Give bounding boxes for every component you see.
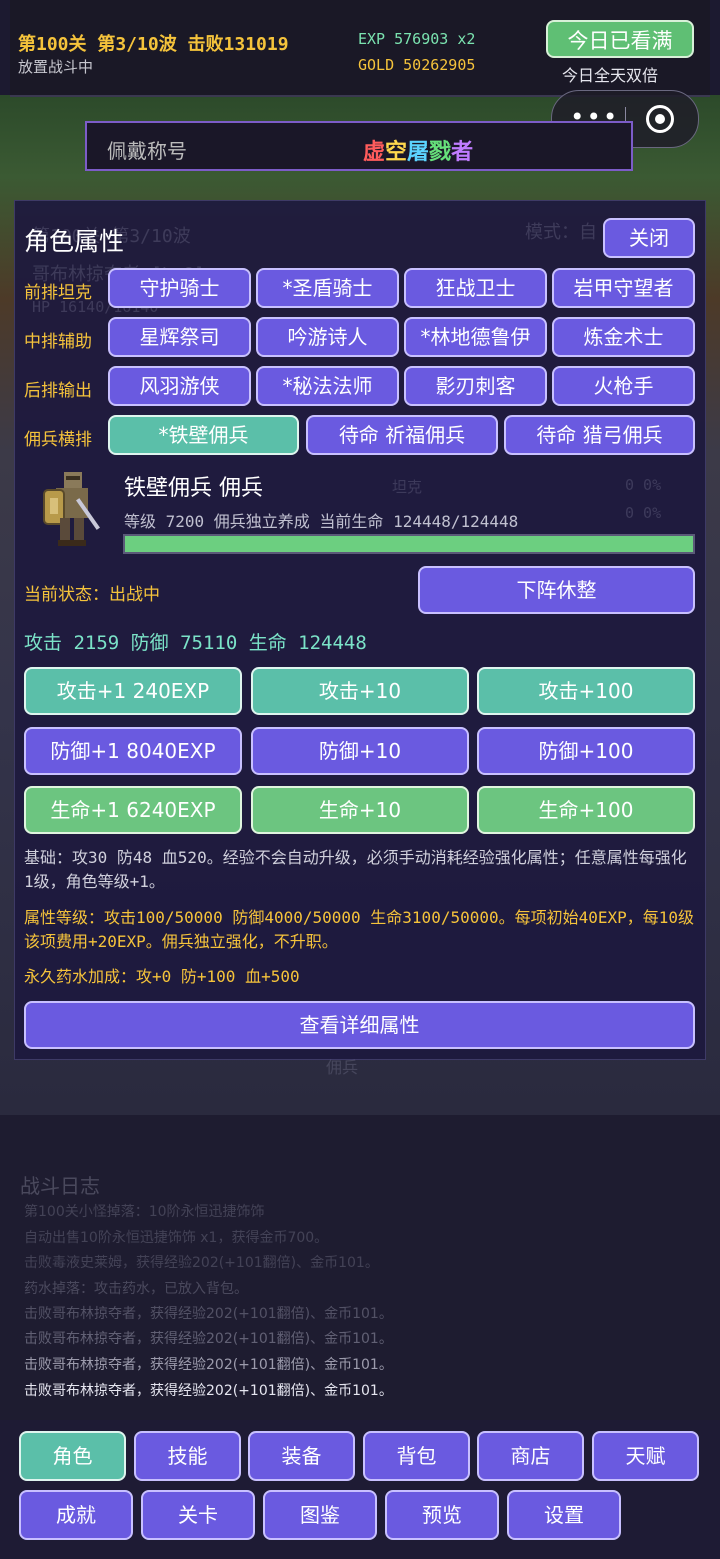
class-button-woodland-druid[interactable]: *林地德鲁伊 <box>404 317 547 357</box>
class-button-shadow-assassin[interactable]: 影刃刺客 <box>404 366 547 406</box>
level-wave-kills: 第100关 第3/10波 击败131019 <box>18 34 289 55</box>
battle-status: 放置战斗中 <box>18 58 94 76</box>
nav-character[interactable]: 角色 <box>19 1431 126 1481</box>
class-button-holy-shield-knight[interactable]: *圣盾骑士 <box>256 268 399 308</box>
nav-equipment[interactable]: 装备 <box>248 1431 355 1481</box>
upgrade-hp-1[interactable]: 生命+1 6240EXP <box>24 786 242 834</box>
nav-settings[interactable]: 设置 <box>507 1490 621 1540</box>
exp-readout: EXP 576903 x2 <box>358 30 476 48</box>
mercenary-portrait <box>43 472 100 546</box>
mercenary-stats: 攻击 2159 防御 75110 生命 124448 <box>24 632 367 654</box>
nav-skills[interactable]: 技能 <box>134 1431 241 1481</box>
bg-tank-text: 坦克 <box>392 478 423 496</box>
class-button-berserker-guard[interactable]: 狂战卫士 <box>404 268 547 308</box>
upgrade-defense-1[interactable]: 防御+1 8040EXP <box>24 727 242 775</box>
class-button-wind-ranger[interactable]: 风羽游侠 <box>108 366 251 406</box>
merc-button-hunter[interactable]: 待命 猎弓佣兵 <box>504 415 695 455</box>
upgrade-defense-10[interactable]: 防御+10 <box>251 727 469 775</box>
bg-mercenary-text: 佣兵 <box>326 1058 359 1077</box>
current-state: 当前状态：出战中 <box>24 585 160 605</box>
log-line: 自动出售10阶永恒迅捷饰饰 x1，获得金币700。 <box>24 1230 329 1246</box>
nav-achievements[interactable]: 成就 <box>19 1490 133 1540</box>
upgrade-hp-10[interactable]: 生命+10 <box>251 786 469 834</box>
class-button-bard[interactable]: 吟游诗人 <box>256 317 399 357</box>
title-char: 空 <box>385 140 408 165</box>
title-char: 屠 <box>407 140 430 165</box>
nav-backpack[interactable]: 背包 <box>363 1431 470 1481</box>
watch-ad-button[interactable]: 今日已看满 <box>546 20 694 58</box>
class-button-rock-warden[interactable]: 岩甲守望者 <box>552 268 695 308</box>
equipped-title-bar: 佩戴称号 虚空屠戮者 <box>85 121 633 171</box>
bg-tank-value: 0 0% <box>625 476 662 494</box>
close-button[interactable]: 关闭 <box>603 218 695 258</box>
log-line: 击败哥布林掠夺者，获得经验202(+101翻倍)、金币101。 <box>24 1383 393 1399</box>
log-line: 第100关小怪掉落：10阶永恒迅捷饰饰 <box>24 1204 265 1220</box>
view-detail-button[interactable]: 查看详细属性 <box>24 1001 695 1049</box>
mercenary-hp-bar <box>123 534 695 554</box>
row-label-back-dps: 后排输出 <box>24 381 92 401</box>
log-line: 击败哥布林掠夺者，获得经验202(+101翻倍)、金币101。 <box>24 1306 393 1322</box>
double-exp-label: 今日全天双倍 <box>562 66 659 85</box>
class-button-arcane-mage[interactable]: *秘法法师 <box>256 366 399 406</box>
mercenary-name: 铁壁佣兵 佣兵 <box>124 476 263 501</box>
nav-codex[interactable]: 图鉴 <box>263 1490 377 1540</box>
bg-tank-value-2: 0 0% <box>625 504 662 522</box>
bg-mode-text: 模式：自 <box>525 222 597 243</box>
mercenary-hp-fill <box>125 536 693 552</box>
gold-readout: GOLD 50262905 <box>358 56 476 74</box>
log-line: 击败毒液史莱姆，获得经验202(+101翻倍)、金币101。 <box>24 1255 379 1271</box>
mercenary-info: 等级 7200 佣兵独立养成 当前生命 124448/124448 <box>124 512 519 531</box>
upgrade-attack-100[interactable]: 攻击+100 <box>477 667 695 715</box>
class-button-alchemist[interactable]: 炼金术士 <box>552 317 695 357</box>
close-miniprogram-icon[interactable] <box>646 105 674 133</box>
nav-talent[interactable]: 天赋 <box>592 1431 699 1481</box>
upgrade-hp-100[interactable]: 生命+100 <box>477 786 695 834</box>
title-char: 者 <box>451 140 474 165</box>
merc-button-ironwall[interactable]: *铁壁佣兵 <box>108 415 299 455</box>
nav-shop[interactable]: 商店 <box>477 1431 584 1481</box>
equipped-title-value: 虚空屠戮者 <box>363 134 473 166</box>
upgrade-attack-10[interactable]: 攻击+10 <box>251 667 469 715</box>
class-button-star-priest[interactable]: 星辉祭司 <box>108 317 251 357</box>
panel-title: 角色属性 <box>24 227 125 256</box>
class-button-guardian-knight[interactable]: 守护骑士 <box>108 268 251 308</box>
equipped-title-label: 佩戴称号 <box>107 139 187 163</box>
row-label-mid-support: 中排辅助 <box>24 332 92 352</box>
upgrade-attack-1[interactable]: 攻击+1 240EXP <box>24 667 242 715</box>
nav-stages[interactable]: 关卡 <box>141 1490 255 1540</box>
nav-preview[interactable]: 预览 <box>385 1490 499 1540</box>
title-char: 戮 <box>429 140 452 165</box>
log-line: 击败哥布林掠夺者，获得经验202(+101翻倍)、金币101。 <box>24 1331 393 1347</box>
merc-button-blessing[interactable]: 待命 祈福佣兵 <box>306 415 498 455</box>
attribute-level-note: 属性等级：攻击100/50000 防御4000/50000 生命3100/500… <box>24 908 695 951</box>
row-label-mercenary: 佣兵横排 <box>24 430 92 450</box>
base-stats-note: 基础：攻30 防48 血520。经验不会自动升级，必须手动消耗经验强化属性；任意… <box>24 848 687 891</box>
retire-button[interactable]: 下阵休整 <box>418 566 695 614</box>
log-line: 药水掉落：攻击药水，已放入背包。 <box>24 1281 248 1297</box>
class-button-musketeer[interactable]: 火枪手 <box>552 366 695 406</box>
title-char: 虚 <box>363 140 386 165</box>
row-label-front-tank: 前排坦克 <box>24 283 92 303</box>
battle-log-title: 战斗日志 <box>20 1174 100 1198</box>
upgrade-defense-100[interactable]: 防御+100 <box>477 727 695 775</box>
potion-bonus-note: 永久药水加成：攻+0 防+100 血+500 <box>24 967 300 986</box>
log-line: 击败哥布林掠夺者，获得经验202(+101翻倍)、金币101。 <box>24 1357 393 1373</box>
